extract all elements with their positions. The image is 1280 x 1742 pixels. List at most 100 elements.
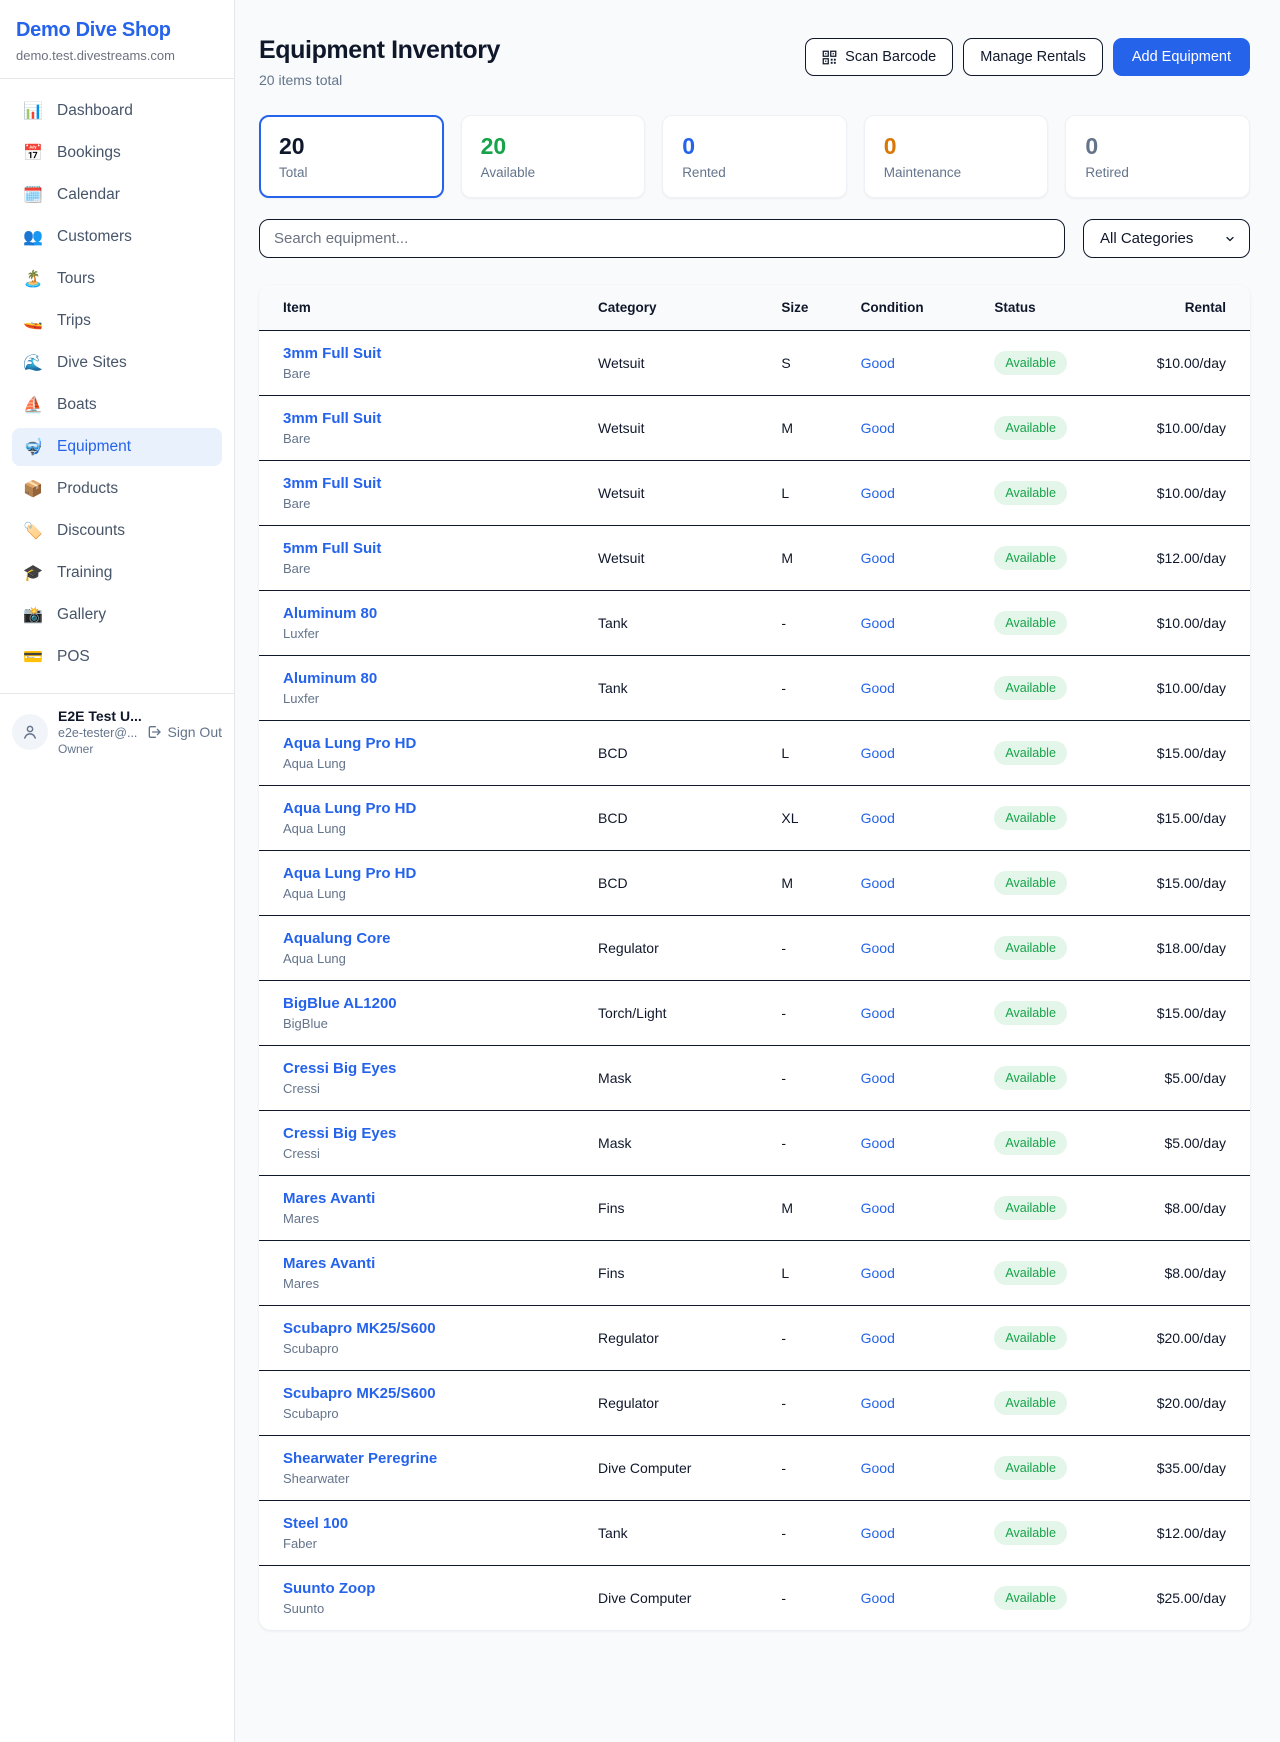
stat-card-total[interactable]: 20Total — [259, 115, 444, 198]
user-block: E2E Test U... e2e-tester@... Owner Sign … — [0, 693, 234, 770]
item-name-link[interactable]: 5mm Full Suit — [283, 540, 574, 557]
item-name-link[interactable]: Shearwater Peregrine — [283, 1450, 574, 1467]
sidebar-item-tours[interactable]: 🏝️Tours — [12, 260, 222, 298]
search-input[interactable] — [259, 219, 1065, 258]
item-name-link[interactable]: Scubapro MK25/S600 — [283, 1385, 574, 1402]
condition-link[interactable]: Good — [861, 1135, 895, 1151]
sidebar-item-equipment[interactable]: 🤿Equipment — [12, 428, 222, 466]
condition-link[interactable]: Good — [861, 875, 895, 891]
sidebar-item-dive-sites[interactable]: 🌊Dive Sites — [12, 344, 222, 382]
status-cell: Available — [982, 1501, 1131, 1566]
item-name-link[interactable]: Mares Avanti — [283, 1255, 574, 1272]
table-row: Aqua Lung Pro HDAqua LungBCDLGoodAvailab… — [259, 721, 1250, 786]
sidebar-item-training[interactable]: 🎓Training — [12, 554, 222, 592]
item-brand: Scubapro — [283, 1406, 574, 1421]
condition-link[interactable]: Good — [861, 1330, 895, 1346]
stat-card-maintenance[interactable]: 0Maintenance — [864, 115, 1049, 198]
item-name-link[interactable]: Mares Avanti — [283, 1190, 574, 1207]
condition-link[interactable]: Good — [861, 355, 895, 371]
scan-barcode-button[interactable]: Scan Barcode — [805, 38, 953, 76]
size-cell: L — [769, 1241, 848, 1306]
category-cell: Wetsuit — [586, 526, 769, 591]
sidebar-item-dashboard[interactable]: 📊Dashboard — [12, 92, 222, 130]
condition-link[interactable]: Good — [861, 485, 895, 501]
item-name-link[interactable]: Cressi Big Eyes — [283, 1125, 574, 1142]
category-cell: Fins — [586, 1176, 769, 1241]
item-name-link[interactable]: Scubapro MK25/S600 — [283, 1320, 574, 1337]
item-name-link[interactable]: BigBlue AL1200 — [283, 995, 574, 1012]
manage-rentals-button[interactable]: Manage Rentals — [963, 38, 1103, 76]
brand[interactable]: Demo Dive Shop — [16, 19, 218, 42]
size-cell: S — [769, 331, 848, 396]
status-cell: Available — [982, 1176, 1131, 1241]
sidebar-item-pos[interactable]: 💳POS — [12, 638, 222, 676]
status-cell: Available — [982, 1436, 1131, 1501]
sidebar-item-trips[interactable]: 🚤Trips — [12, 302, 222, 340]
condition-cell: Good — [849, 1241, 983, 1306]
item-name-link[interactable]: 3mm Full Suit — [283, 410, 574, 427]
condition-link[interactable]: Good — [861, 1460, 895, 1476]
sidebar-item-label: Equipment — [57, 438, 131, 456]
sidebar-item-calendar[interactable]: 🗓️Calendar — [12, 176, 222, 214]
sidebar-item-discounts[interactable]: 🏷️Discounts — [12, 512, 222, 550]
condition-link[interactable]: Good — [861, 1265, 895, 1281]
status-cell: Available — [982, 656, 1131, 721]
tours-icon: 🏝️ — [22, 269, 44, 289]
brand-block: Demo Dive Shop demo.test.divestreams.com — [0, 0, 234, 78]
item-name-link[interactable]: Suunto Zoop — [283, 1580, 574, 1597]
condition-link[interactable]: Good — [861, 1395, 895, 1411]
condition-link[interactable]: Good — [861, 420, 895, 436]
condition-link[interactable]: Good — [861, 550, 895, 566]
item-name-link[interactable]: Steel 100 — [283, 1515, 574, 1532]
sign-out-button[interactable]: Sign Out — [146, 724, 222, 740]
condition-link[interactable]: Good — [861, 810, 895, 826]
sidebar-item-gallery[interactable]: 📸Gallery — [12, 596, 222, 634]
sidebar-item-bookings[interactable]: 📅Bookings — [12, 134, 222, 172]
condition-link[interactable]: Good — [861, 940, 895, 956]
size-cell: - — [769, 1436, 848, 1501]
category-select[interactable]: All Categories — [1083, 219, 1250, 258]
item-name-link[interactable]: Aqua Lung Pro HD — [283, 735, 574, 752]
stat-card-rented[interactable]: 0 Rented — [662, 115, 847, 198]
item-brand: Shearwater — [283, 1471, 574, 1486]
item-name-link[interactable]: 3mm Full Suit — [283, 475, 574, 492]
category-cell: Tank — [586, 1501, 769, 1566]
size-cell: - — [769, 1371, 848, 1436]
item-cell: Cressi Big Eyes Cressi — [259, 1111, 586, 1176]
item-name-link[interactable]: Aluminum 80 — [283, 605, 574, 622]
sidebar-item-customers[interactable]: 👥Customers — [12, 218, 222, 256]
rental-cell: $10.00/day — [1131, 461, 1250, 526]
stat-label-maintenance: Maintenance — [884, 165, 1029, 180]
status-badge: Available — [994, 611, 1067, 635]
item-name-link[interactable]: Aqua Lung Pro HD — [283, 800, 574, 817]
size-cell: - — [769, 1306, 848, 1371]
condition-link[interactable]: Good — [861, 680, 895, 696]
item-name-link[interactable]: Aqualung Core — [283, 930, 574, 947]
condition-link[interactable]: Good — [861, 1590, 895, 1606]
item-brand: Aqua Lung — [283, 886, 574, 901]
item-cell: Aqua Lung Pro HDAqua Lung — [259, 786, 586, 851]
condition-link[interactable]: Good — [861, 1070, 895, 1086]
size-cell: M — [769, 526, 848, 591]
condition-link[interactable]: Good — [861, 615, 895, 631]
stat-card-available[interactable]: 20Available — [461, 115, 646, 198]
stat-label-rented: Rented — [682, 165, 827, 180]
size-cell: - — [769, 981, 848, 1046]
item-name-link[interactable]: Aluminum 80 — [283, 670, 574, 687]
condition-cell: Good — [849, 331, 983, 396]
item-brand: Cressi — [283, 1146, 574, 1161]
add-equipment-button[interactable]: Add Equipment — [1113, 38, 1250, 76]
condition-link[interactable]: Good — [861, 1525, 895, 1541]
condition-link[interactable]: Good — [861, 745, 895, 761]
category-cell: Tank — [586, 591, 769, 656]
item-name-link[interactable]: 3mm Full Suit — [283, 345, 574, 362]
item-name-link[interactable]: Cressi Big Eyes — [283, 1060, 574, 1077]
item-name-link[interactable]: Aqua Lung Pro HD — [283, 865, 574, 882]
sidebar-item-products[interactable]: 📦Products — [12, 470, 222, 508]
sidebar-item-boats[interactable]: ⛵Boats — [12, 386, 222, 424]
stat-card-retired[interactable]: 0Retired — [1065, 115, 1250, 198]
condition-link[interactable]: Good — [861, 1200, 895, 1216]
stat-value-rented: 0 — [682, 133, 827, 160]
dashboard-icon: 📊 — [22, 101, 44, 121]
condition-link[interactable]: Good — [861, 1005, 895, 1021]
